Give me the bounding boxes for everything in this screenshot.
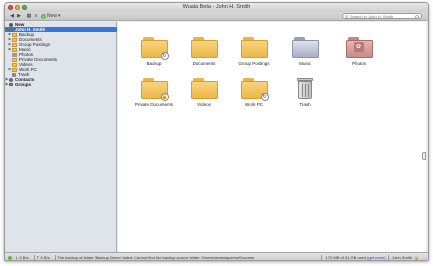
- photos-icon: ✿: [353, 42, 364, 52]
- drawer-handle[interactable]: [422, 152, 426, 160]
- search-field[interactable]: ⚲ ×: [342, 13, 422, 20]
- item-label: Photos: [351, 61, 366, 66]
- item-label: Work PC: [245, 102, 263, 107]
- upload-rate: ⇡ 0 B/s: [36, 255, 50, 260]
- trash-icon: [12, 72, 16, 77]
- folder-icon: [12, 42, 17, 47]
- folder-icon: [12, 62, 17, 67]
- lock-badge-icon: 🔒: [160, 93, 169, 101]
- item-label: Backup: [146, 61, 162, 66]
- new-button[interactable]: + New ▾: [41, 13, 65, 19]
- status-bar: ⇣ 0 B/s ⇡ 0 B/s The backup of folder 'Ba…: [5, 252, 428, 260]
- window-title: Wuala Beta - John H. Smith: [182, 4, 251, 10]
- storage-usage: 170 MB of 51 GB used: [325, 255, 367, 260]
- contacts-icon: [9, 77, 13, 82]
- forward-arrow-icon[interactable]: ▶: [16, 13, 22, 19]
- photos-folder-icon: ✿: [345, 36, 373, 58]
- clear-search-icon[interactable]: ×: [415, 14, 419, 20]
- icon-view-icon[interactable]: ▦: [26, 13, 32, 19]
- back-arrow-icon[interactable]: ◀: [9, 13, 15, 19]
- app-window: Wuala Beta - John H. Smith ◀ ▶ ▦ ≡ + New…: [4, 2, 429, 261]
- grid-item-photos[interactable]: ✿ Photos: [338, 36, 380, 72]
- new-icon: [9, 22, 13, 27]
- divider: [54, 254, 56, 260]
- grid-item-backup[interactable]: ↻ Backup: [133, 36, 175, 72]
- sync-folder-icon: ↻: [240, 77, 269, 101]
- new-button-label: New: [47, 13, 58, 19]
- folder-icon: [12, 47, 17, 52]
- folder-icon: [190, 77, 218, 99]
- photos-icon: [12, 52, 17, 57]
- list-view-icon[interactable]: ≡: [33, 13, 39, 19]
- divider: [321, 254, 322, 260]
- grid-item-work-pc[interactable]: ↻ Work PC: [233, 77, 275, 113]
- folder-icon: [12, 32, 17, 37]
- item-label: Group Postings: [238, 61, 270, 66]
- sync-folder-icon: ↻: [140, 36, 169, 60]
- folder-icon: [240, 36, 268, 58]
- folder-icon: [190, 36, 218, 58]
- search-icon: ⚲: [345, 13, 348, 19]
- plus-icon: +: [41, 13, 46, 19]
- grid-item-private-documents[interactable]: 🔒 Private Documents: [133, 77, 175, 113]
- title-bar: Wuala Beta - John H. Smith: [5, 3, 428, 12]
- status-message: The backup of folder 'Backup Demo' faile…: [57, 255, 255, 260]
- grid-item-group-postings[interactable]: Group Postings: [233, 36, 275, 72]
- search-input[interactable]: [349, 13, 418, 19]
- divider: [387, 254, 389, 260]
- sidebar-item-groups[interactable]: ▶ Groups: [5, 82, 117, 87]
- item-label: Trash: [299, 102, 311, 107]
- current-user: John Smith: [392, 255, 413, 260]
- locked-folder-icon: 🔒: [140, 77, 169, 101]
- sync-badge-icon: ↻: [160, 52, 169, 60]
- sidebar: New ▼ John H. Smith ▶ Backup ▶ Documents…: [5, 22, 117, 252]
- connection-status-icon: [8, 255, 12, 260]
- locked-folder-icon: [12, 57, 17, 62]
- groups-icon: [9, 83, 13, 86]
- user-icon: [9, 27, 13, 32]
- lock-icon[interactable]: 🔒: [414, 255, 419, 260]
- download-rate: ⇣ 0 B/s: [15, 255, 29, 260]
- item-label: Private Documents: [134, 102, 173, 107]
- sync-badge-icon: ↻: [260, 93, 269, 101]
- grid-item-music[interactable]: Music: [284, 36, 326, 72]
- trash-can-icon: [296, 77, 314, 99]
- chevron-down-icon: ▾: [58, 13, 61, 19]
- grid-item-videos[interactable]: Videos: [183, 77, 225, 113]
- item-label: Documents: [192, 61, 216, 66]
- folder-grid: ↻ Backup Documents Group Postings Music: [118, 22, 426, 252]
- grid-item-documents[interactable]: Documents: [183, 36, 225, 72]
- get-more-link[interactable]: (get more): [367, 255, 385, 260]
- item-label: Videos: [197, 102, 211, 107]
- toolbar: ◀ ▶ ▦ ≡ + New ▾ ⚲ ×: [5, 12, 428, 21]
- folder-icon: [12, 67, 17, 72]
- sidebar-item-label: Groups: [15, 82, 32, 87]
- item-label: Music: [299, 61, 311, 66]
- music-folder-icon: [291, 36, 319, 58]
- divider: [33, 254, 35, 260]
- grid-item-trash[interactable]: Trash: [284, 77, 326, 113]
- folder-icon: [12, 37, 17, 42]
